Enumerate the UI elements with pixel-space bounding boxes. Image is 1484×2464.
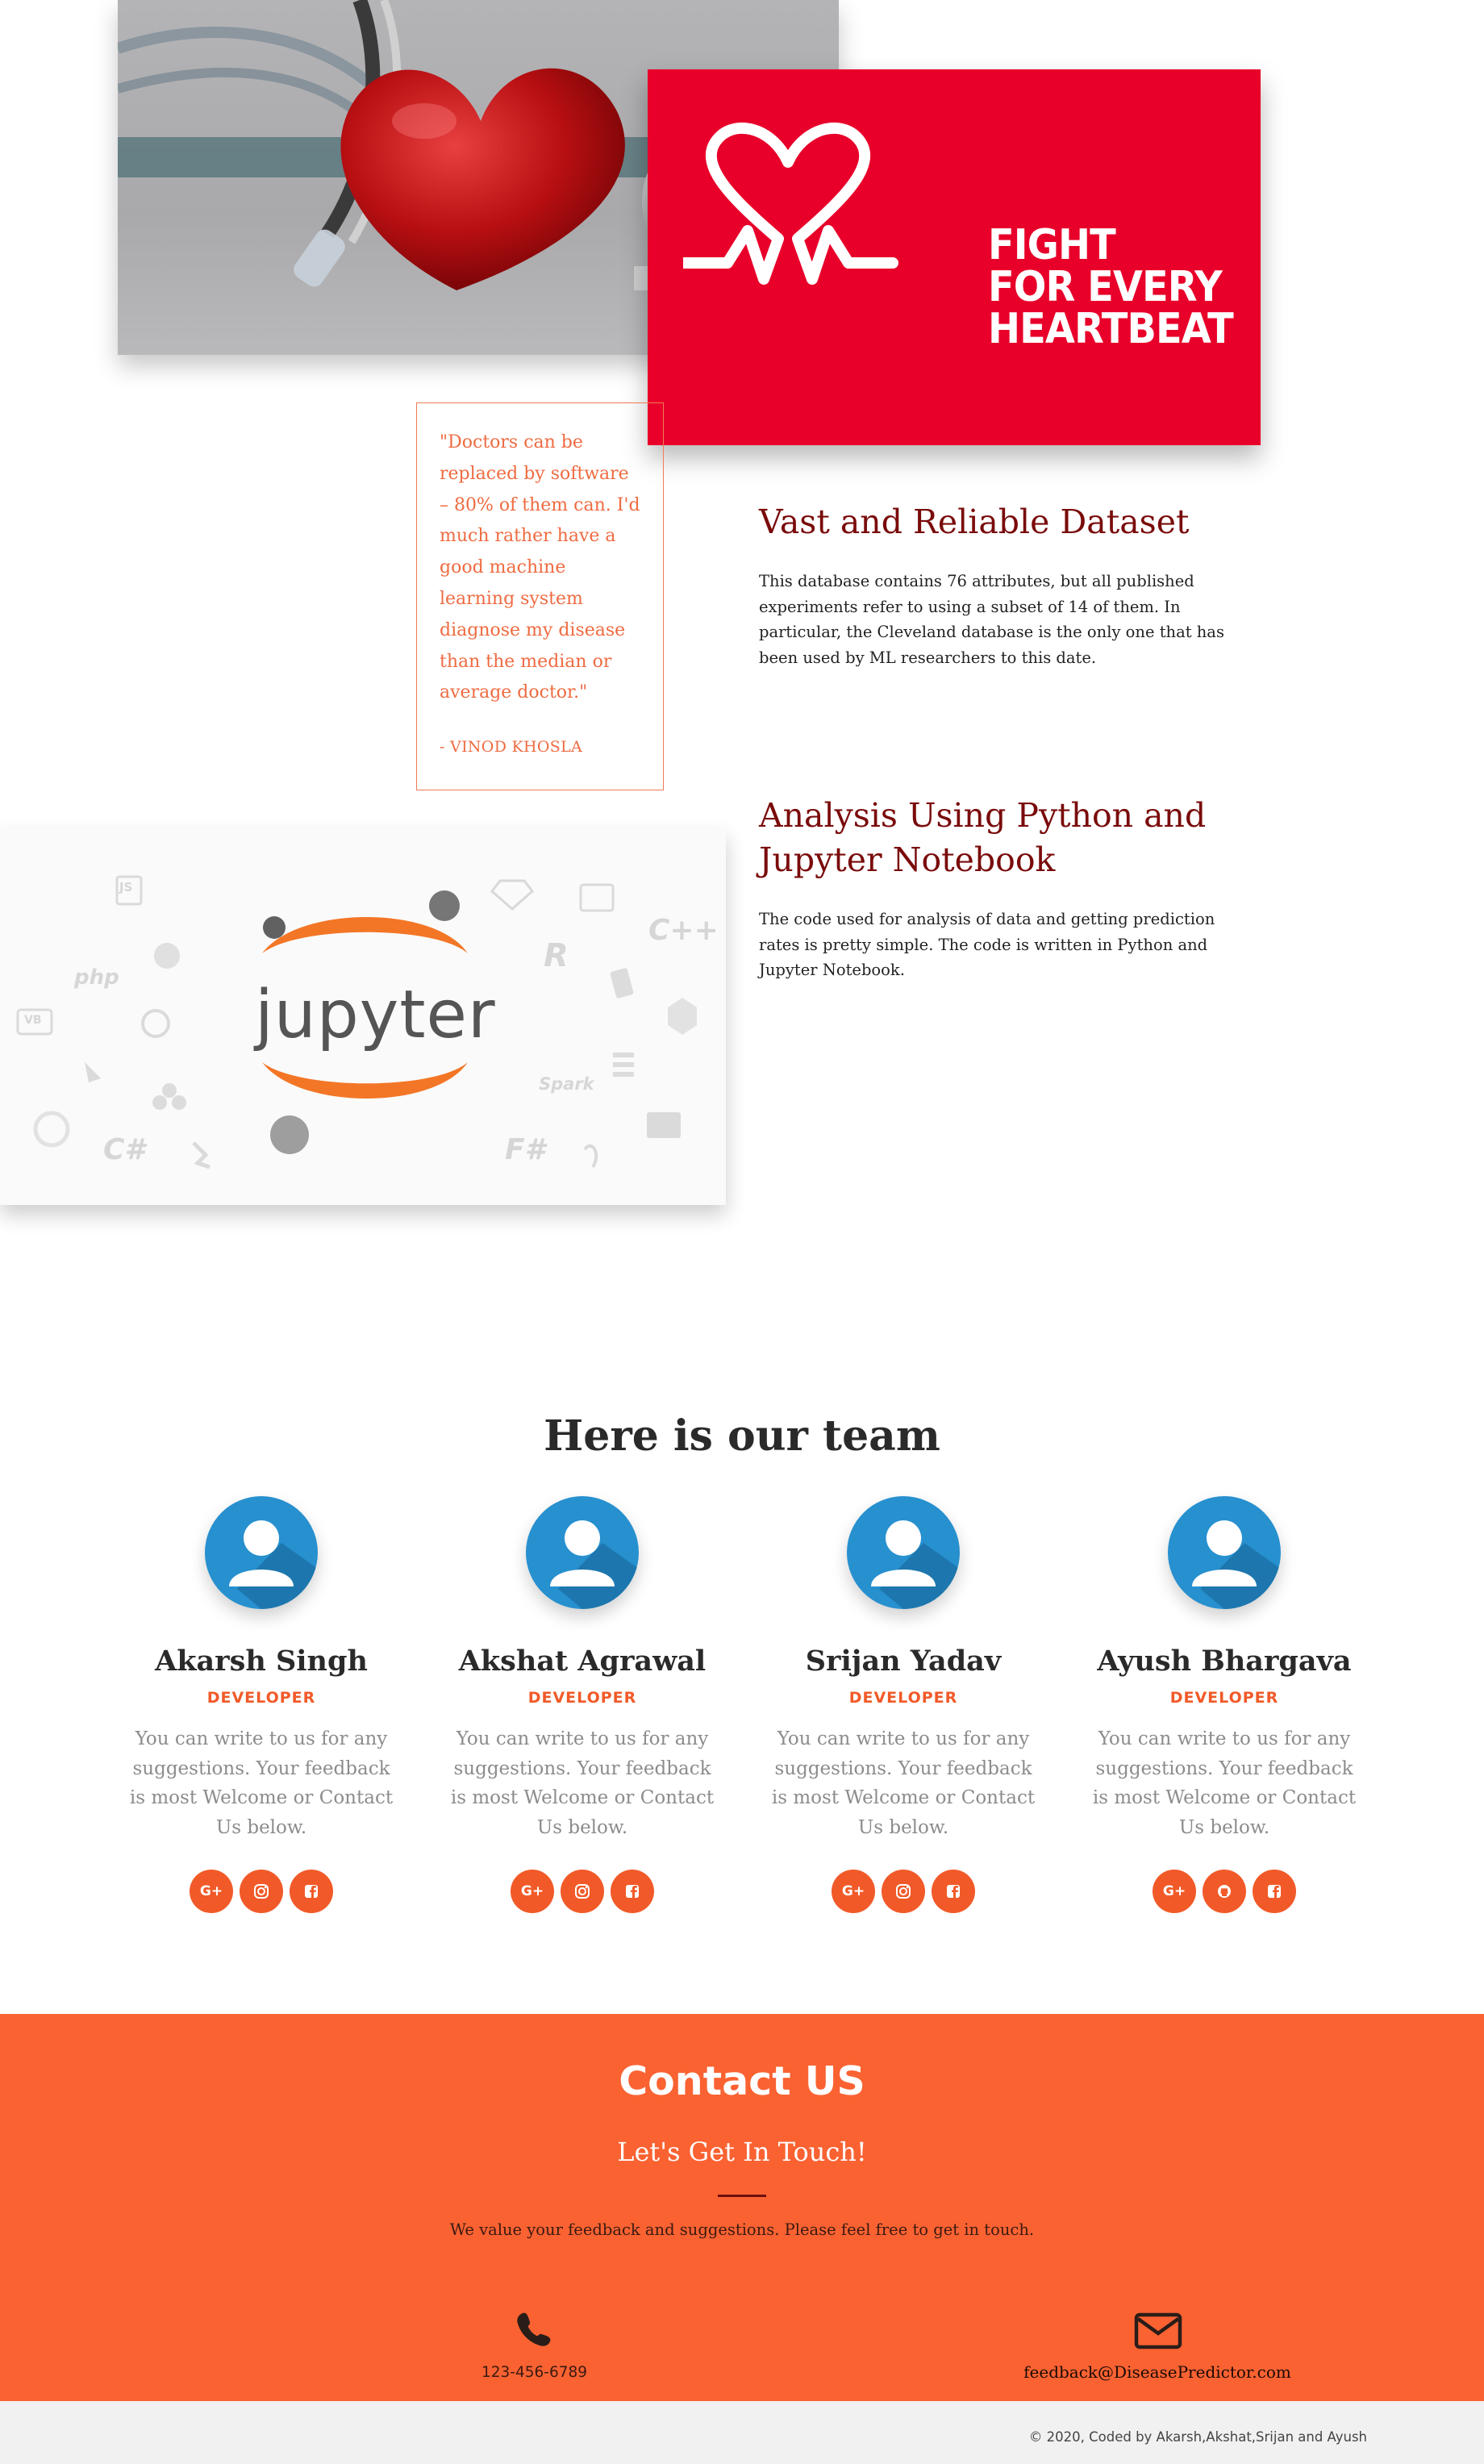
js-logo-icon: JS (119, 880, 133, 894)
member-name: Srijan Yadav (805, 1645, 1002, 1678)
member-description: You can write to us for any suggestions.… (450, 1728, 715, 1838)
feature-dataset: Vast and Reliable Dataset This database … (759, 500, 1259, 670)
r-logo-icon: R (544, 937, 569, 974)
user-icon (1192, 1520, 1281, 1609)
google-plus-button[interactable]: G+ (190, 1870, 233, 1913)
spark-logo-icon: Spark (539, 1074, 594, 1094)
vb-logo-icon: VB (24, 1014, 42, 1027)
feature-dataset-body: This database contains 76 attributes, bu… (759, 572, 1224, 667)
heartbeat-logo-icon (683, 122, 898, 285)
team-title: Here is our team (544, 1411, 940, 1461)
instagram-icon (575, 1884, 590, 1899)
member-role: DEVELOPER (527, 1689, 637, 1707)
facebook-icon (626, 1885, 639, 1898)
team-member-card: Akarsh Singh DEVELOPER You can write to … (116, 1496, 406, 1913)
facebook-icon (305, 1885, 318, 1898)
contact-title: Contact US (619, 2058, 865, 2104)
team-member-card: Akshat Agrawal DEVELOPER You can write t… (437, 1496, 727, 1913)
avatar (205, 1496, 318, 1609)
facebook-button[interactable] (290, 1870, 333, 1913)
user-icon (229, 1520, 318, 1609)
member-name: Akshat Agrawal (458, 1645, 707, 1678)
google-plus-icon: G+ (841, 1883, 865, 1899)
github-button[interactable] (1203, 1870, 1246, 1913)
bhf-slogan: FIGHT FOR EVERY HEARTBEAT (988, 221, 1234, 353)
user-icon (550, 1520, 639, 1609)
footer: © 2020, Coded by Akarsh,Akshat,Srijan an… (0, 2401, 1484, 2464)
google-plus-icon: G+ (520, 1883, 544, 1899)
facebook-button[interactable] (932, 1870, 975, 1913)
team-member-card: Ayush Bhargava DEVELOPER You can write t… (1079, 1496, 1369, 1913)
avatar (526, 1496, 639, 1609)
member-name: Ayush Bhargava (1097, 1645, 1352, 1678)
google-plus-button[interactable]: G+ (511, 1870, 554, 1913)
member-description: You can write to us for any suggestions.… (129, 1728, 394, 1838)
footer-copyright: © 2020, Coded by Akarsh,Akshat,Srijan an… (1028, 2429, 1367, 2445)
social-links: G+ (116, 1870, 406, 1913)
feature-analysis-body: The code used for analysis of data and g… (759, 910, 1215, 979)
cplusplus-logo-icon: C++ (648, 914, 719, 947)
google-plus-button[interactable]: G+ (832, 1870, 875, 1913)
phone-icon (517, 2312, 551, 2346)
avatar (1168, 1496, 1281, 1609)
instagram-button[interactable] (561, 1870, 604, 1913)
contact-subtitle: Let's Get In Touch! (617, 2137, 867, 2167)
quote-text: "Doctors can be replaced by software – 8… (440, 432, 640, 703)
member-description: You can write to us for any suggestions.… (771, 1728, 1036, 1838)
google-plus-icon: G+ (199, 1883, 223, 1899)
feature-analysis: Analysis Using Python and Jupyter Notebo… (759, 794, 1259, 983)
contact-divider (718, 2195, 766, 2197)
google-plus-icon: G+ (1162, 1883, 1186, 1899)
team-member-card: Srijan Yadav DEVELOPER You can write to … (758, 1496, 1048, 1913)
contact-section: Contact US Let's Get In Touch! We value … (0, 2014, 1484, 2401)
quote-author: - VINOD KHOSLA (440, 738, 583, 757)
member-role: DEVELOPER (206, 1689, 316, 1707)
facebook-button[interactable] (611, 1870, 654, 1913)
member-name: Akarsh Singh (155, 1645, 368, 1678)
instagram-button[interactable] (882, 1870, 925, 1913)
avatar (847, 1496, 960, 1609)
bhf-banner: FIGHT FOR EVERY HEARTBEAT (648, 69, 1261, 445)
member-description: You can write to us for any suggestions.… (1092, 1728, 1357, 1838)
contact-email[interactable]: feedback@DiseasePredictor.com (996, 2362, 1319, 2382)
google-plus-button[interactable]: G+ (1153, 1870, 1196, 1913)
php-logo-icon: php (74, 965, 119, 990)
facebook-icon (947, 1885, 960, 1898)
member-role: DEVELOPER (848, 1689, 958, 1707)
user-icon (871, 1520, 960, 1609)
instagram-icon (896, 1884, 911, 1899)
facebook-icon (1268, 1885, 1281, 1898)
feature-dataset-title: Vast and Reliable Dataset (759, 502, 1190, 541)
instagram-button[interactable] (240, 1870, 283, 1913)
feature-analysis-title: Analysis Using Python and Jupyter Notebo… (759, 796, 1207, 879)
contact-message: We value your feedback and suggestions. … (449, 2220, 1035, 2239)
facebook-button[interactable] (1253, 1870, 1296, 1913)
social-links: G+ (1079, 1870, 1369, 1913)
fsharp-logo-icon: F# (505, 1133, 545, 1166)
jupyter-wordmark: jupyter (255, 977, 496, 1053)
csharp-logo-icon: C# (103, 1133, 145, 1166)
social-links: G+ (758, 1870, 1048, 1913)
quote-box: "Doctors can be replaced by software – 8… (416, 402, 664, 790)
social-links: G+ (437, 1870, 727, 1913)
member-role: DEVELOPER (1169, 1689, 1279, 1707)
github-icon (1218, 1885, 1231, 1898)
envelope-icon (1134, 2312, 1182, 2349)
contact-phone[interactable]: 123-456-6789 (436, 2364, 633, 2381)
instagram-icon (254, 1884, 269, 1899)
